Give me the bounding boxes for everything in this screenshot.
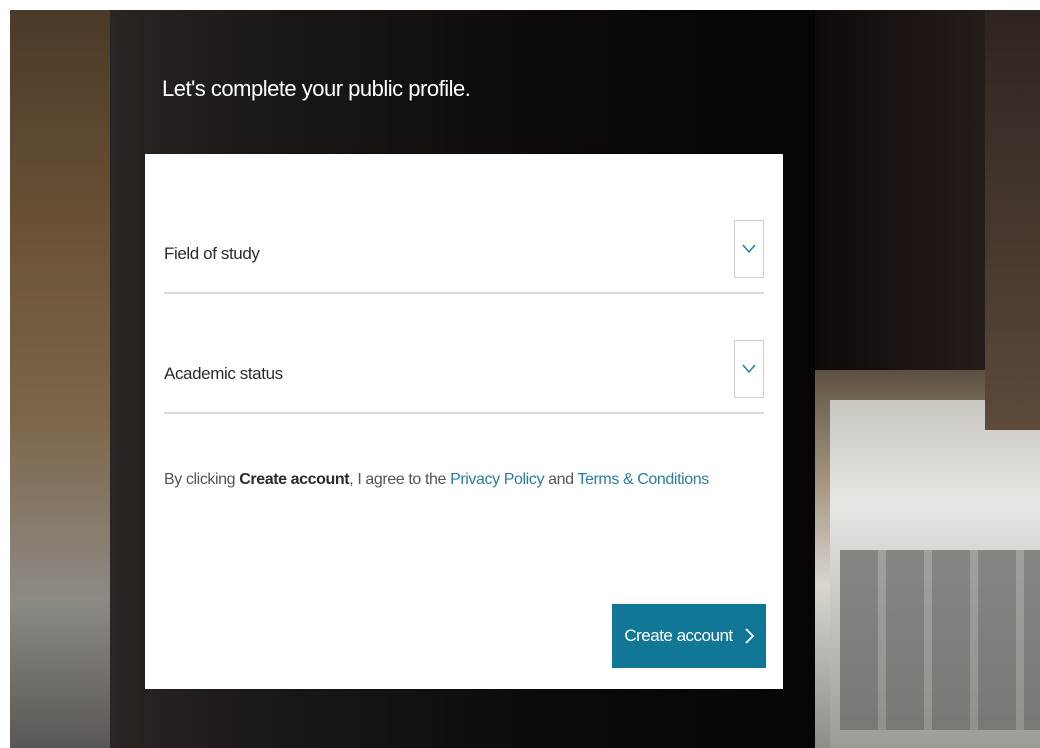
page-title: Let's complete your public profile. (162, 76, 471, 101)
terms-conditions-link[interactable]: Terms & Conditions (577, 471, 709, 488)
academic-status-label: Academic status (164, 364, 283, 383)
terms-bold-action: Create account (239, 471, 350, 488)
academic-status-dropdown-button[interactable] (734, 340, 764, 398)
chevron-down-icon (742, 244, 756, 254)
background-edge (985, 10, 1040, 430)
chevron-right-icon (745, 628, 754, 644)
profile-form-card: Field of study Academic status By clicki… (145, 154, 783, 689)
terms-and: and (544, 471, 578, 488)
chevron-down-icon (742, 364, 756, 374)
background-left-blur (10, 10, 115, 748)
terms-prefix: By clicking (164, 471, 240, 488)
terms-middle: , I agree to the (349, 471, 451, 488)
field-of-study-label: Field of study (164, 244, 260, 263)
field-of-study-select[interactable]: Field of study (164, 212, 764, 294)
create-account-button[interactable]: Create account (612, 604, 766, 668)
field-of-study-dropdown-button[interactable] (734, 220, 764, 278)
background-photo: Let's complete your public profile. Fiel… (10, 10, 1040, 748)
create-account-label: Create account (624, 626, 733, 645)
academic-status-select[interactable]: Academic status (164, 332, 764, 414)
terms-agreement-text: By clicking Create account, I agree to t… (164, 471, 709, 489)
background-laptop-keys (840, 550, 1040, 730)
privacy-policy-link[interactable]: Privacy Policy (450, 471, 544, 488)
